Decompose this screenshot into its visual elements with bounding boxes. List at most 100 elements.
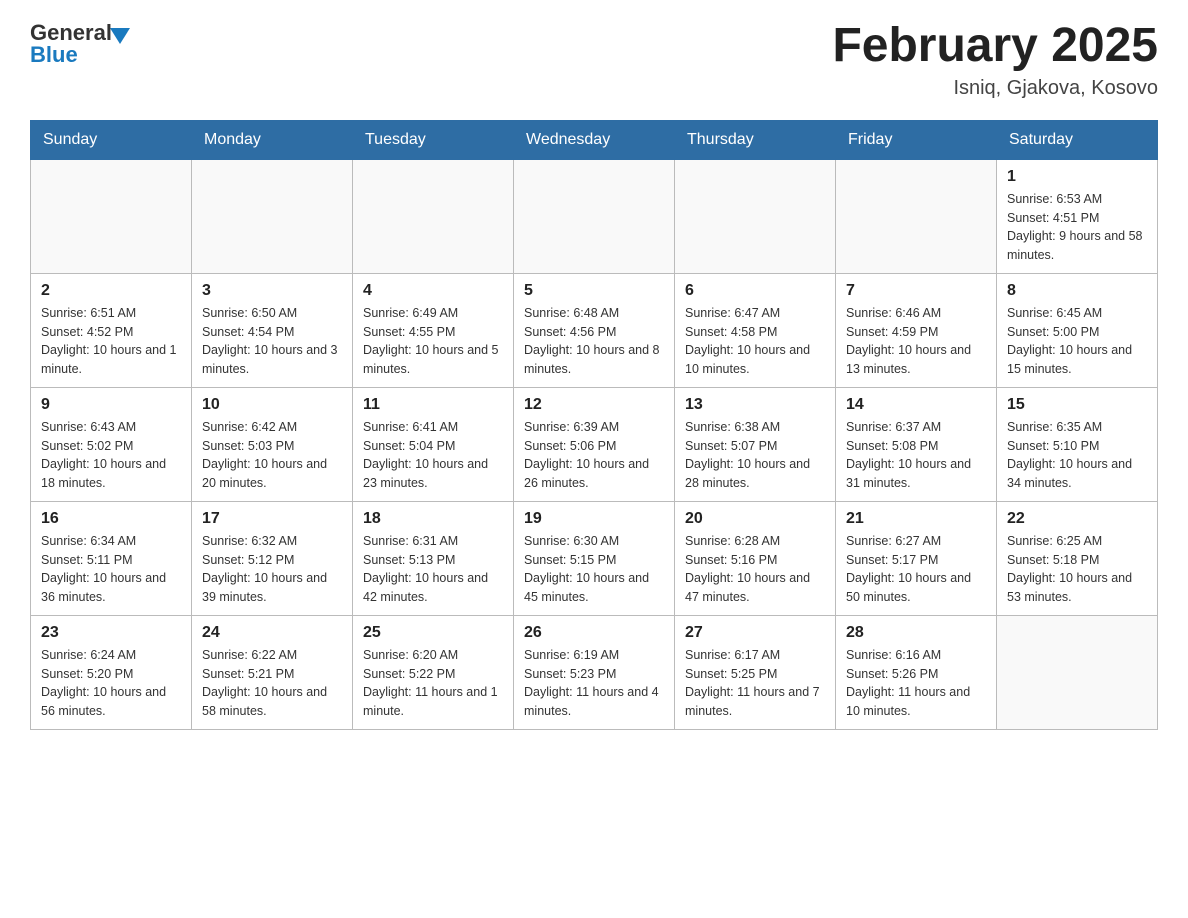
weekday-header-row: SundayMondayTuesdayWednesdayThursdayFrid… (31, 120, 1158, 159)
day-number: 26 (524, 624, 664, 642)
calendar-cell: 16 Sunrise: 6:34 AMSunset: 5:11 PMDayligh… (31, 501, 192, 615)
day-info: Sunrise: 6:37 AMSunset: 5:08 PMDaylight:… (846, 418, 986, 493)
calendar-cell: 8 Sunrise: 6:45 AMSunset: 5:00 PMDaylight… (997, 273, 1158, 387)
weekday-header-friday: Friday (836, 120, 997, 159)
day-number: 13 (685, 396, 825, 414)
day-info: Sunrise: 6:34 AMSunset: 5:11 PMDaylight:… (41, 532, 181, 607)
calendar-cell: 28Sunrise: 6:16 AMSunset: 5:26 PMDayligh… (836, 615, 997, 729)
day-info: Sunrise: 6:25 AMSunset: 5:18 PMDaylight:… (1007, 532, 1147, 607)
day-info: Sunrise: 6:48 AMSunset: 4:56 PMDaylight:… (524, 304, 664, 379)
day-number: 12 (524, 396, 664, 414)
day-info: Sunrise: 6:47 AMSunset: 4:58 PMDaylight:… (685, 304, 825, 379)
month-title: February 2025 (832, 20, 1158, 73)
weekday-header-sunday: Sunday (31, 120, 192, 159)
week-row-1: 1 Sunrise: 6:53 AMSunset: 4:51 PMDaylight… (31, 159, 1158, 273)
day-number: 8 (1007, 282, 1147, 300)
day-number: 10 (202, 396, 342, 414)
day-info: Sunrise: 6:53 AMSunset: 4:51 PMDaylight:… (1007, 190, 1147, 265)
day-info: Sunrise: 6:43 AMSunset: 5:02 PMDaylight:… (41, 418, 181, 493)
calendar-cell (514, 159, 675, 273)
calendar-body: 1 Sunrise: 6:53 AMSunset: 4:51 PMDaylight… (31, 159, 1158, 729)
day-number: 1 (1007, 168, 1147, 186)
location-text: Isniq, Gjakova, Kosovo (832, 77, 1158, 100)
calendar-cell (192, 159, 353, 273)
weekday-header-monday: Monday (192, 120, 353, 159)
calendar-cell: 1 Sunrise: 6:53 AMSunset: 4:51 PMDaylight… (997, 159, 1158, 273)
calendar-cell: 21Sunrise: 6:27 AMSunset: 5:17 PMDayligh… (836, 501, 997, 615)
calendar-cell (997, 615, 1158, 729)
logo-blue-text: Blue (30, 42, 130, 68)
week-row-4: 16 Sunrise: 6:34 AMSunset: 5:11 PMDayligh… (31, 501, 1158, 615)
day-info: Sunrise: 6:45 AMSunset: 5:00 PMDaylight:… (1007, 304, 1147, 379)
title-block: February 2025 Isniq, Gjakova, Kosovo (832, 20, 1158, 100)
week-row-3: 9 Sunrise: 6:43 AMSunset: 5:02 PMDaylight… (31, 387, 1158, 501)
logo-block: General Blue (30, 20, 130, 68)
day-number: 9 (41, 396, 181, 414)
day-info: Sunrise: 6:27 AMSunset: 5:17 PMDaylight:… (846, 532, 986, 607)
calendar-cell: 18Sunrise: 6:31 AMSunset: 5:13 PMDayligh… (353, 501, 514, 615)
calendar-cell: 27 Sunrise: 6:17 AMSunset: 5:25 PMDayligh… (675, 615, 836, 729)
day-number: 25 (363, 624, 503, 642)
day-number: 24 (202, 624, 342, 642)
calendar-cell: 13 Sunrise: 6:38 AMSunset: 5:07 PMDayligh… (675, 387, 836, 501)
calendar-cell: 12Sunrise: 6:39 AMSunset: 5:06 PMDayligh… (514, 387, 675, 501)
day-number: 2 (41, 282, 181, 300)
day-number: 19 (524, 510, 664, 528)
day-info: Sunrise: 6:38 AMSunset: 5:07 PMDaylight:… (685, 418, 825, 493)
day-number: 22 (1007, 510, 1147, 528)
day-number: 3 (202, 282, 342, 300)
calendar-cell: 2 Sunrise: 6:51 AMSunset: 4:52 PMDaylight… (31, 273, 192, 387)
day-number: 27 (685, 624, 825, 642)
calendar-table: SundayMondayTuesdayWednesdayThursdayFrid… (30, 120, 1158, 730)
day-number: 7 (846, 282, 986, 300)
day-info: Sunrise: 6:32 AMSunset: 5:12 PMDaylight:… (202, 532, 342, 607)
calendar-cell: 22 Sunrise: 6:25 AMSunset: 5:18 PMDayligh… (997, 501, 1158, 615)
calendar-header: SundayMondayTuesdayWednesdayThursdayFrid… (31, 120, 1158, 159)
page-header: General Blue February 2025 Isniq, Gjakov… (30, 20, 1158, 100)
day-number: 16 (41, 510, 181, 528)
calendar-cell: 26 Sunrise: 6:19 AMSunset: 5:23 PMDayligh… (514, 615, 675, 729)
logo: General Blue (30, 20, 130, 68)
day-info: Sunrise: 6:50 AMSunset: 4:54 PMDaylight:… (202, 304, 342, 379)
calendar-cell (836, 159, 997, 273)
calendar-cell: 10 Sunrise: 6:42 AMSunset: 5:03 PMDayligh… (192, 387, 353, 501)
calendar-cell: 4 Sunrise: 6:49 AMSunset: 4:55 PMDaylight… (353, 273, 514, 387)
calendar-cell: 17 Sunrise: 6:32 AMSunset: 5:12 PMDayligh… (192, 501, 353, 615)
week-row-5: 23 Sunrise: 6:24 AMSunset: 5:20 PMDayligh… (31, 615, 1158, 729)
day-info: Sunrise: 6:49 AMSunset: 4:55 PMDaylight:… (363, 304, 503, 379)
day-info: Sunrise: 6:22 AMSunset: 5:21 PMDaylight:… (202, 646, 342, 721)
weekday-header-tuesday: Tuesday (353, 120, 514, 159)
day-info: Sunrise: 6:51 AMSunset: 4:52 PMDaylight:… (41, 304, 181, 379)
day-info: Sunrise: 6:41 AMSunset: 5:04 PMDaylight:… (363, 418, 503, 493)
day-info: Sunrise: 6:17 AMSunset: 5:25 PMDaylight:… (685, 646, 825, 721)
day-info: Sunrise: 6:20 AMSunset: 5:22 PMDaylight:… (363, 646, 503, 721)
calendar-cell: 23 Sunrise: 6:24 AMSunset: 5:20 PMDayligh… (31, 615, 192, 729)
calendar-cell: 11 Sunrise: 6:41 AMSunset: 5:04 PMDayligh… (353, 387, 514, 501)
day-number: 17 (202, 510, 342, 528)
day-number: 28 (846, 624, 986, 642)
calendar-cell (353, 159, 514, 273)
day-number: 4 (363, 282, 503, 300)
day-number: 5 (524, 282, 664, 300)
calendar-cell (31, 159, 192, 273)
calendar-cell: 25 Sunrise: 6:20 AMSunset: 5:22 PMDayligh… (353, 615, 514, 729)
calendar-cell: 14 Sunrise: 6:37 AMSunset: 5:08 PMDayligh… (836, 387, 997, 501)
day-info: Sunrise: 6:46 AMSunset: 4:59 PMDaylight:… (846, 304, 986, 379)
day-number: 15 (1007, 396, 1147, 414)
day-number: 23 (41, 624, 181, 642)
calendar-cell: 24 Sunrise: 6:22 AMSunset: 5:21 PMDayligh… (192, 615, 353, 729)
calendar-cell (675, 159, 836, 273)
day-info: Sunrise: 6:19 AMSunset: 5:23 PMDaylight:… (524, 646, 664, 721)
weekday-header-wednesday: Wednesday (514, 120, 675, 159)
calendar-cell: 9 Sunrise: 6:43 AMSunset: 5:02 PMDaylight… (31, 387, 192, 501)
day-info: Sunrise: 6:30 AMSunset: 5:15 PMDaylight:… (524, 532, 664, 607)
day-number: 11 (363, 396, 503, 414)
day-info: Sunrise: 6:31 AMSunset: 5:13 PMDaylight:… (363, 532, 503, 607)
day-info: Sunrise: 6:42 AMSunset: 5:03 PMDaylight:… (202, 418, 342, 493)
day-number: 14 (846, 396, 986, 414)
day-number: 6 (685, 282, 825, 300)
calendar-cell: 5 Sunrise: 6:48 AMSunset: 4:56 PMDaylight… (514, 273, 675, 387)
calendar-cell: 7 Sunrise: 6:46 AMSunset: 4:59 PMDaylight… (836, 273, 997, 387)
week-row-2: 2 Sunrise: 6:51 AMSunset: 4:52 PMDaylight… (31, 273, 1158, 387)
day-info: Sunrise: 6:24 AMSunset: 5:20 PMDaylight:… (41, 646, 181, 721)
